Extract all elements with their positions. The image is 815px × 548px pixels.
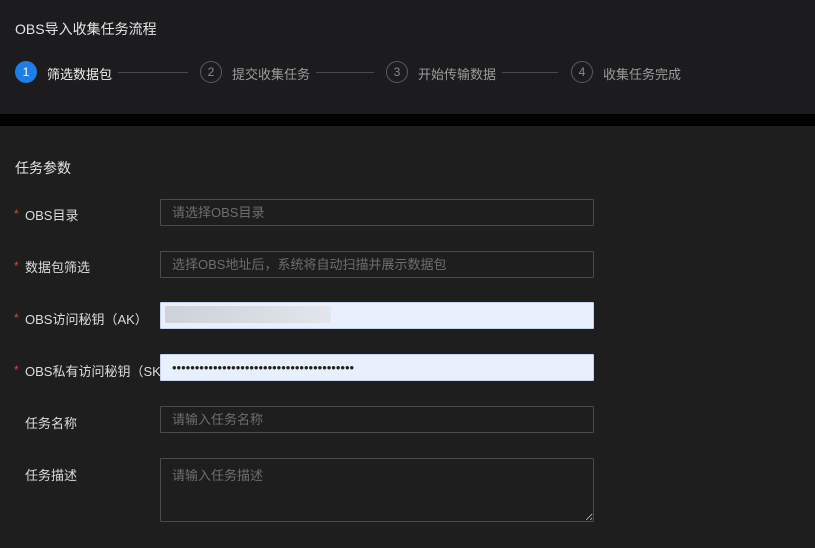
step-2-label: 提交收集任务 [232, 67, 311, 82]
step-2-number: 2 [200, 61, 222, 83]
obs-directory-label: OBS目录 [25, 208, 79, 223]
secret-key-input[interactable] [160, 354, 594, 381]
required-mark: * [14, 259, 19, 273]
step-4-label: 收集任务完成 [603, 67, 682, 82]
task-description-label: 任务描述 [25, 468, 78, 483]
access-key-label: OBS访问秘钥（AK） [25, 312, 148, 327]
section-title: 任务参数 [15, 160, 71, 176]
task-name-label: 任务名称 [25, 416, 78, 431]
flow-title: OBS导入收集任务流程 [15, 21, 157, 37]
task-name-input[interactable] [160, 406, 594, 433]
package-filter-input[interactable] [160, 251, 594, 278]
step-3-label: 开始传输数据 [418, 67, 497, 82]
panel-divider [0, 114, 815, 126]
required-mark: * [14, 363, 19, 377]
required-mark: * [14, 311, 19, 325]
redacted-access-key [165, 306, 331, 323]
step-connector [316, 72, 374, 73]
step-connector [118, 72, 188, 73]
package-filter-label: 数据包筛选 [25, 260, 91, 275]
step-1-label: 筛选数据包 [47, 67, 113, 82]
required-mark: * [14, 207, 19, 221]
flow-header-panel [0, 0, 815, 114]
step-connector [502, 72, 558, 73]
step-3-number: 3 [386, 61, 408, 83]
step-1-number: 1 [15, 61, 37, 83]
task-description-textarea[interactable] [160, 458, 594, 522]
secret-key-label: OBS私有访问秘钥（SK） [25, 364, 174, 379]
step-4-number: 4 [571, 61, 593, 83]
obs-directory-input[interactable] [160, 199, 594, 226]
